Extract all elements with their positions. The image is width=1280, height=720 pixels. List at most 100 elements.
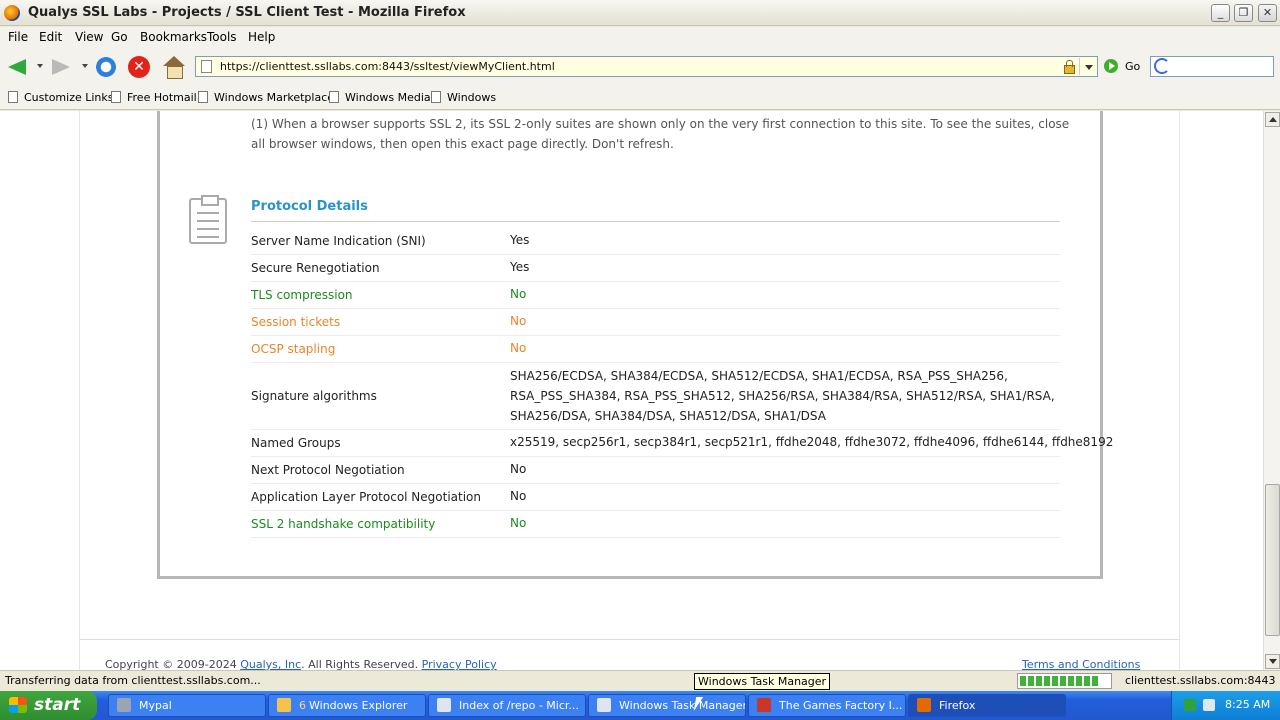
system-tray: 8:25 AM	[1171, 691, 1280, 720]
protocol-row-label: Secure Renegotiation	[251, 261, 380, 275]
menu-edit[interactable]: Edit	[39, 30, 62, 44]
taskbar-group-count: 6	[299, 699, 306, 712]
rights-text: . All Rights Reserved.	[301, 658, 419, 670]
taskbar-item-label[interactable]: The Games Factory I...	[779, 699, 902, 712]
menu-help[interactable]: Help	[248, 30, 275, 44]
forward-arrow-icon[interactable]	[50, 56, 74, 78]
taskbar-app-icon	[277, 698, 291, 712]
scroll-down-icon[interactable]	[1265, 654, 1280, 669]
bookmark-windows-media[interactable]: Windows Media	[329, 91, 431, 104]
taskbar-item[interactable]: Mypal	[108, 694, 266, 717]
vertical-scrollbar[interactable]	[1263, 111, 1280, 670]
footer-divider	[79, 639, 1180, 640]
address-url[interactable]: https://clienttest.ssllabs.com:8443/sslt…	[220, 60, 555, 73]
protocol-row: Session tickets No	[251, 309, 1060, 336]
page-viewport: (1) When a browser supports SSL 2, its S…	[0, 111, 1263, 670]
protocol-row-value: No	[510, 341, 527, 355]
lock-icon[interactable]	[1063, 60, 1075, 74]
taskbar-item-label[interactable]: Index of /repo - Micr...	[459, 699, 579, 712]
bookmark-windows-marketplace[interactable]: Windows Marketplace	[198, 91, 334, 104]
copyright-text: Copyright © 2009-2024	[105, 658, 237, 670]
menu-tools[interactable]: Tools	[207, 30, 237, 44]
status-bar: Transferring data from clienttest.ssllab…	[0, 670, 1280, 691]
qualys-link[interactable]: Qualys, Inc	[240, 658, 301, 670]
title-bar: Qualys SSL Labs - Projects / SSL Client …	[0, 0, 1280, 26]
protocol-row-label: Session tickets	[251, 315, 341, 329]
back-arrow-icon[interactable]	[6, 56, 30, 78]
menu-go[interactable]: Go	[111, 30, 128, 44]
status-host: clienttest.ssllabs.com:8443	[1125, 674, 1276, 687]
scrollbar-thumb[interactable]	[1265, 484, 1280, 636]
clock[interactable]: 8:25 AM	[1225, 698, 1270, 711]
mouse-cursor	[693, 697, 711, 711]
protocol-row: Named Groups x25519, secp256r1, secp384r1…	[251, 430, 1114, 457]
protocol-row-value: x25519, secp256r1, secp384r1, secp521r1,…	[510, 435, 1114, 449]
progress-fill	[1020, 676, 1101, 686]
footer: Copyright © 2009-2024 Qualys, Inc. All R…	[105, 658, 497, 670]
bookmark-page-icon	[111, 91, 121, 103]
protocol-row-value: No	[510, 287, 527, 301]
taskbar-item-label[interactable]: Firefox	[939, 699, 975, 712]
protocol-row-value: No	[510, 516, 527, 530]
home-icon[interactable]	[162, 56, 186, 79]
taskbar-app-icon	[757, 698, 771, 712]
start-button[interactable]: start	[0, 691, 97, 720]
menu-file[interactable]: File	[8, 30, 28, 44]
navigation-toolbar: ✕ https://clienttest.ssllabs.com:8443/ss…	[0, 48, 1280, 86]
protocol-row-value: SHA256/ECDSA, SHA384/ECDSA, SHA512/ECDSA…	[510, 369, 1055, 423]
protocol-row-label: Server Name Indication (SNI)	[251, 234, 426, 248]
ssl2-note: (1) When a browser supports SSL 2, its S…	[251, 117, 1070, 151]
bookmark-free-hotmail[interactable]: Free Hotmail	[111, 91, 197, 104]
minimize-button[interactable]: _	[1211, 4, 1230, 22]
tray-shield-icon[interactable]	[1184, 699, 1196, 711]
protocol-row-value: Yes	[510, 260, 530, 274]
close-button[interactable]: ✕	[1258, 4, 1277, 22]
protocol-row: Next Protocol Negotiation No	[251, 457, 1060, 484]
section-divider	[251, 221, 1060, 222]
protocol-row-label: SSL 2 handshake compatibility	[251, 517, 436, 531]
menu-bookmarks[interactable]: Bookmarks	[140, 30, 207, 44]
protocol-row: TLS compression No	[251, 282, 1060, 309]
forward-history-dropdown-icon[interactable]	[82, 64, 88, 68]
protocol-row-label: Signature algorithms	[251, 389, 377, 403]
url-history-dropdown-icon[interactable]	[1079, 58, 1096, 75]
go-button[interactable]: Go	[1125, 60, 1140, 73]
search-engine-icon[interactable]	[1154, 58, 1170, 74]
bookmarks-toolbar: Customize Links Free Hotmail Windows Mar…	[0, 86, 1280, 110]
windows-flag-icon	[9, 697, 27, 713]
scroll-up-icon[interactable]	[1265, 112, 1280, 127]
taskbar-item[interactable]: Firefox	[908, 694, 1066, 717]
start-label[interactable]: start	[34, 695, 80, 715]
back-history-dropdown-icon[interactable]	[37, 64, 43, 68]
reload-icon[interactable]	[94, 56, 118, 78]
taskbar: start Mypal 6 Windows Explorer Index of /re…	[0, 691, 1280, 720]
privacy-policy-link[interactable]: Privacy Policy	[422, 658, 497, 670]
terms-link[interactable]: Terms and Conditions	[1022, 658, 1140, 670]
taskbar-item[interactable]: 6 Windows Explorer	[268, 694, 426, 717]
taskbar-app-icon	[117, 698, 131, 712]
taskbar-item[interactable]: Index of /repo - Micr...	[428, 694, 586, 717]
taskbar-item-label[interactable]: Mypal	[139, 699, 172, 712]
address-bar[interactable]: https://clienttest.ssllabs.com:8443/sslt…	[195, 56, 1098, 77]
protocol-row-value: No	[510, 462, 527, 476]
taskbar-item[interactable]: Windows Task Manager	[588, 694, 746, 717]
protocol-row-value: No	[510, 314, 527, 328]
bookmark-customize-links[interactable]: Customize Links	[8, 91, 114, 104]
taskbar-tooltip: Windows Task Manager	[694, 673, 831, 690]
menu-view[interactable]: View	[75, 30, 103, 44]
search-input[interactable]	[1150, 56, 1274, 77]
tray-network-icon[interactable]	[1203, 699, 1215, 711]
clipboard-icon	[189, 195, 227, 244]
taskbar-item[interactable]: The Games Factory I...	[748, 694, 906, 717]
protocol-row: Secure Renegotiation Yes	[251, 255, 1060, 282]
protocol-row-label: OCSP stapling	[251, 342, 336, 356]
bookmark-windows[interactable]: Windows	[431, 91, 496, 104]
taskbar-item-label[interactable]: Windows Explorer	[309, 699, 407, 712]
taskbar-item-label[interactable]: Windows Task Manager	[619, 699, 745, 712]
protocol-row: Application Layer Protocol Negotiation No	[251, 484, 1060, 511]
protocol-row-value: Yes	[510, 233, 530, 247]
maximize-button[interactable]: ❐	[1234, 4, 1253, 22]
stop-icon[interactable]: ✕	[128, 56, 150, 78]
protocol-row-value: No	[510, 489, 527, 503]
go-arrow-icon[interactable]	[1104, 59, 1118, 73]
